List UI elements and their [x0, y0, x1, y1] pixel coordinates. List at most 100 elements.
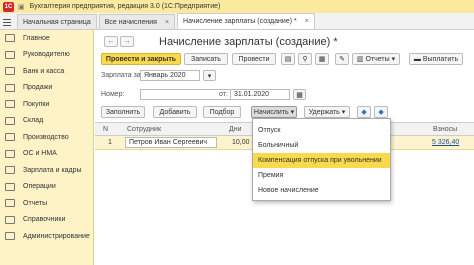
app-logo-icon: 1С — [3, 1, 14, 12]
reports-icon: ▥ — [356, 56, 366, 63]
catalogs-icon — [5, 215, 15, 224]
chevron-down-icon[interactable]: ▾ — [203, 70, 216, 81]
production-icon — [5, 133, 15, 142]
sidebar-item-reports[interactable]: Отчеты — [0, 195, 93, 212]
menu-item-vacation[interactable]: Отпуск — [253, 123, 390, 138]
post-and-close-button[interactable]: Провести и закрыть — [101, 53, 181, 65]
column-header-days: Дни — [229, 126, 242, 133]
back-arrow-icon[interactable]: ← — [104, 36, 118, 47]
sidebar-item-label: Отчеты — [23, 199, 48, 207]
manager-icon — [5, 50, 15, 59]
column-header-contrib: Взносы — [433, 126, 458, 133]
structure-icon[interactable]: ▦ — [315, 53, 329, 65]
month-label: Зарплата за: — [101, 72, 143, 79]
tabs-bar: Начальная страница Все начисления × Начи… — [0, 13, 474, 30]
sidebar-item-label: ОС и НМА — [23, 150, 57, 158]
reports-label: Отчеты — [365, 55, 390, 63]
window-title: Бухгалтерия предприятия, редакция 3.0 (1… — [29, 3, 221, 10]
menu-item-vacation-compensation[interactable]: Компенсация отпуска при увольнении — [253, 153, 390, 168]
main-icon — [5, 34, 15, 43]
warehouse-icon — [5, 116, 15, 125]
sidebar-item-operations[interactable]: Операции — [0, 179, 93, 196]
accrue-dropdown-menu: Отпуск Больничный Компенсация отпуска пр… — [252, 118, 391, 201]
pay-button[interactable]: ▬ Выплатить — [409, 53, 463, 65]
edit-icon[interactable]: ✎ — [335, 53, 349, 65]
sidebar-item-catalogs[interactable]: Справочники — [0, 212, 93, 229]
month-field[interactable]: Январь 2020 — [140, 70, 200, 81]
assets-icon — [5, 149, 15, 158]
purchases-icon — [5, 100, 15, 109]
contrib-cell-link[interactable]: 5 326,40 — [432, 139, 459, 146]
reports-icon — [5, 199, 15, 208]
tab-payroll-create[interactable]: Начисление зарплаты (создание) * × — [177, 13, 315, 29]
sales-icon — [5, 83, 15, 92]
sidebar-item-label: Производство — [23, 133, 69, 141]
sidebar-item-warehouse[interactable]: Склад — [0, 113, 93, 130]
column-header-employee: Сотрудник — [127, 126, 162, 133]
column-header-n: N — [103, 126, 109, 133]
sidebar-item-label: Зарплата и кадры — [23, 166, 82, 174]
date-label: от: — [219, 91, 228, 98]
reports-dropdown-button[interactable]: ▥ Отчеты ▾ — [352, 53, 400, 65]
payroll-icon — [5, 166, 15, 175]
tab-payroll-create-label: Начисление зарплаты (создание) * — [183, 18, 297, 25]
post-button[interactable]: Провести — [232, 53, 276, 65]
close-icon[interactable]: × — [165, 19, 169, 26]
sidebar-item-label: Руководителю — [23, 51, 70, 59]
sidebar-item-label: Справочники — [23, 216, 66, 224]
operations-icon — [5, 182, 15, 191]
number-label: Номер: — [101, 91, 125, 98]
sidebar-item-label: Банк и касса — [23, 67, 65, 75]
employee-cell[interactable]: Петров Иван Сергеевич — [125, 137, 217, 148]
pay-icon: ▬ — [413, 55, 423, 63]
tab-all-accruals-label: Все начисления — [104, 18, 157, 26]
save-icon[interactable]: ▣ — [18, 3, 25, 11]
sidebar-item-label: Покупки — [23, 100, 50, 108]
save-button[interactable]: Записать — [184, 53, 228, 65]
chevron-down-icon: ▾ — [288, 109, 295, 116]
calendar-icon[interactable]: ▦ — [293, 89, 306, 100]
sidebar-item-label: Склад — [23, 117, 44, 125]
move-down-icon[interactable]: ◆ — [374, 106, 388, 118]
menu-item-new-accrual[interactable]: Новое начисление — [253, 183, 390, 198]
row-number: 1 — [108, 139, 112, 146]
sidebar-item-bank[interactable]: Банк и касса — [0, 63, 93, 80]
accrue-dropdown-button[interactable]: Начислить ▾ — [251, 106, 297, 118]
sidebar-item-label: Главное — [23, 34, 50, 42]
date-field[interactable]: 31.01.2020 — [230, 89, 290, 100]
sidebar-item-admin[interactable]: Администрирование — [0, 228, 93, 245]
sidebar-item-purchases[interactable]: Покупки — [0, 96, 93, 113]
menu-icon[interactable] — [3, 15, 15, 29]
close-icon[interactable]: × — [305, 18, 309, 25]
withhold-dropdown-button[interactable]: Удержать ▾ — [304, 106, 350, 118]
sidebar-item-payroll[interactable]: Зарплата и кадры — [0, 162, 93, 179]
add-button[interactable]: Добавить — [153, 106, 197, 118]
sidebar-item-manager[interactable]: Руководителю — [0, 47, 93, 64]
tab-home-label: Начальная страница — [23, 18, 91, 26]
pay-label: Выплатить — [422, 55, 459, 63]
admin-icon — [5, 232, 15, 241]
tab-home[interactable]: Начальная страница — [17, 14, 97, 29]
chevron-down-icon: ▾ — [389, 56, 396, 63]
sidebar-item-main[interactable]: Главное — [0, 30, 93, 47]
menu-item-bonus[interactable]: Премия — [253, 168, 390, 183]
sidebar-item-label: Продажи — [23, 84, 53, 92]
sidebar-item-production[interactable]: Производство — [0, 129, 93, 146]
menu-item-sick-leave[interactable]: Больничный — [253, 138, 390, 153]
sidebar-item-assets[interactable]: ОС и НМА — [0, 146, 93, 163]
sidebar-item-label: Операции — [23, 183, 56, 191]
chevron-down-icon: ▾ — [339, 109, 346, 116]
sidebar: Главное Руководителю Банк и касса Продаж… — [0, 30, 94, 265]
fill-button[interactable]: Заполнить — [101, 106, 145, 118]
print-icon[interactable]: ▤ — [281, 53, 295, 65]
tab-all-accruals[interactable]: Все начисления × — [98, 14, 176, 29]
withhold-label: Удержать — [308, 108, 340, 116]
forward-arrow-icon[interactable]: → — [120, 36, 134, 47]
select-button[interactable]: Подбор — [203, 106, 241, 118]
sidebar-item-sales[interactable]: Продажи — [0, 80, 93, 97]
days-cell: 10,00 — [232, 139, 250, 146]
bank-icon — [5, 67, 15, 76]
attach-icon[interactable]: ⚲ — [298, 53, 312, 65]
move-up-icon[interactable]: ◆ — [357, 106, 371, 118]
accrue-label: Начислить — [253, 108, 289, 116]
